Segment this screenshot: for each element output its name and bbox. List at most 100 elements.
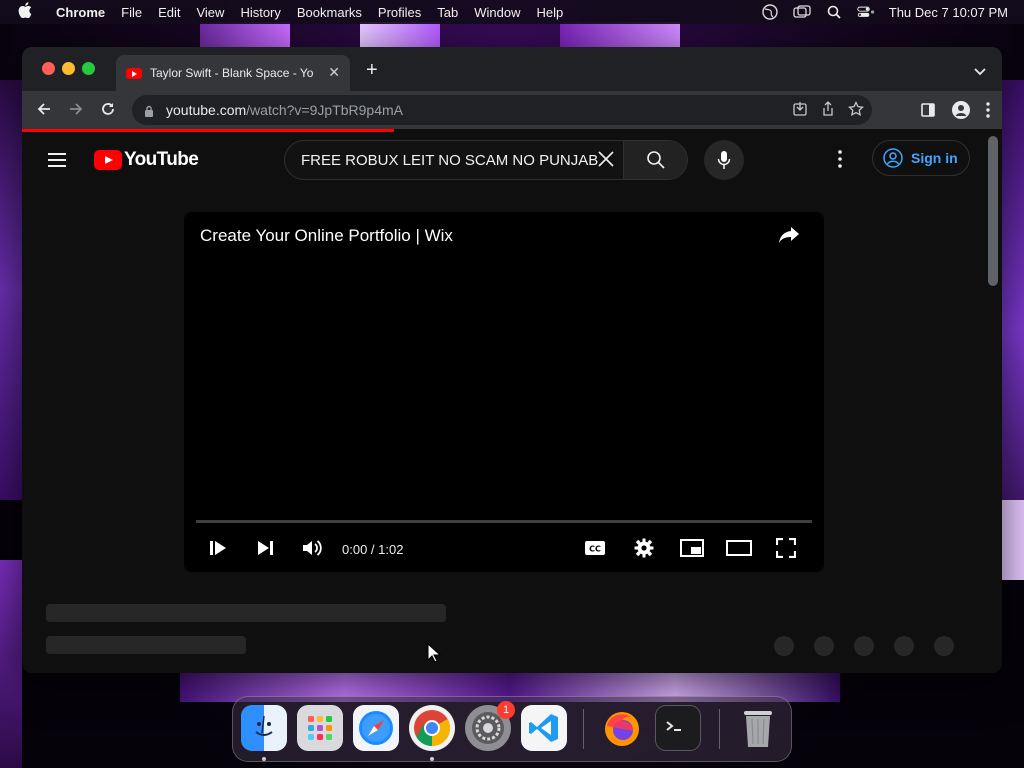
apple-menu-icon[interactable] [18, 2, 48, 22]
search-icon [646, 151, 665, 169]
new-tab-button[interactable]: + [366, 59, 378, 82]
browser-toolbar: youtube.com/watch?v=9JpTbR9p4mA [22, 91, 1002, 129]
safari-icon [359, 711, 393, 745]
status-menus: Thu Dec 7 10:07 PM [761, 0, 1008, 24]
share-page-icon[interactable] [820, 101, 836, 120]
spotlight-search-icon[interactable] [825, 5, 843, 19]
screen-mirroring-icon[interactable] [793, 5, 811, 19]
menu-help[interactable]: Help [529, 5, 572, 20]
control-center-icon[interactable] [857, 5, 875, 19]
wallpaper-shape [360, 22, 440, 48]
youtube-logo[interactable]: YouTube [94, 149, 199, 171]
video-title[interactable]: Create Your Online Portfolio | Wix [200, 226, 453, 246]
dock-vscode[interactable] [521, 705, 567, 751]
notification-badge: 1 [497, 701, 515, 719]
menu-view[interactable]: View [188, 5, 232, 20]
captions-icon[interactable]: CC [584, 536, 606, 560]
tab-youtube[interactable]: Taylor Swift - Blank Space - Yo ✕ [116, 55, 350, 91]
side-panel-icon[interactable] [920, 102, 936, 123]
guide-menu-icon[interactable] [48, 153, 66, 167]
menu-file[interactable]: File [113, 5, 150, 20]
finder-icon [255, 715, 273, 736]
video-player[interactable]: Create Your Online Portfolio | Wix 0:00 … [184, 212, 824, 572]
dock-separator [719, 709, 720, 749]
more-options-icon[interactable] [838, 150, 842, 173]
fullscreen-icon[interactable] [776, 536, 796, 560]
chrome-icon [414, 710, 451, 746]
search-input[interactable] [301, 151, 601, 169]
miniplayer-icon[interactable] [680, 536, 704, 560]
toolbar-right [920, 101, 990, 124]
menu-clock[interactable]: Thu Dec 7 10:07 PM [889, 5, 1008, 20]
menu-edit[interactable]: Edit [150, 5, 188, 20]
video-progress-bar[interactable] [196, 520, 812, 523]
dock-system-settings[interactable]: 1 [465, 701, 515, 751]
wallpaper-shape [1002, 500, 1024, 580]
wallpaper-shape [200, 22, 290, 48]
loading-placeholder-action [934, 636, 954, 656]
tab-close-icon[interactable]: ✕ [328, 64, 340, 81]
dock-terminal[interactable] [655, 705, 701, 751]
tab-strip: Taylor Swift - Blank Space - Yo ✕ + [22, 47, 1002, 91]
chrome-menu-icon[interactable] [986, 102, 990, 123]
theater-mode-icon[interactable] [726, 536, 752, 560]
bookmark-star-icon[interactable] [848, 100, 864, 120]
tab-search-chevron-icon[interactable] [974, 63, 986, 76]
youtube-favicon-icon [126, 67, 142, 79]
zoom-window-button[interactable] [82, 62, 95, 75]
clear-search-icon[interactable] [597, 150, 615, 173]
dock-safari[interactable] [353, 705, 399, 751]
wallpaper-shape [0, 560, 22, 768]
menu-history[interactable]: History [232, 5, 288, 20]
account-icon [883, 148, 903, 168]
menu-tab[interactable]: Tab [429, 5, 466, 20]
menu-window[interactable]: Window [466, 5, 528, 20]
close-window-button[interactable] [42, 62, 55, 75]
forward-button[interactable] [68, 101, 84, 122]
page-scrollbar[interactable] [988, 136, 998, 286]
menu-bar: Chrome File Edit View History Bookmarks … [0, 0, 1024, 24]
voice-search-button[interactable] [704, 140, 744, 180]
sign-in-button[interactable]: Sign in [872, 140, 970, 176]
url-path: /watch?v=9JpTbR9p4mA [246, 102, 403, 118]
dock-running-indicator [430, 757, 434, 761]
microphone-icon [717, 151, 731, 169]
mouse-cursor-icon [427, 642, 442, 668]
address-bar[interactable]: youtube.com/watch?v=9JpTbR9p4mA [132, 95, 872, 125]
lock-icon[interactable] [144, 104, 154, 117]
vpn-globe-icon[interactable] [761, 4, 779, 20]
profile-avatar-icon[interactable] [952, 101, 970, 124]
share-arrow-icon[interactable] [778, 226, 800, 249]
launchpad-icon [308, 716, 332, 740]
youtube-wordmark: YouTube [124, 149, 199, 170]
dock-firefox[interactable] [599, 705, 645, 751]
volume-icon[interactable] [302, 536, 324, 560]
youtube-play-logo-icon [94, 150, 122, 170]
settings-gear-icon[interactable] [634, 536, 654, 560]
next-video-icon[interactable] [256, 536, 274, 560]
dock-finder[interactable] [241, 705, 287, 751]
dock-trash[interactable] [735, 705, 781, 751]
menu-app-name[interactable]: Chrome [48, 5, 113, 20]
loading-placeholder-action [854, 636, 874, 656]
back-button[interactable] [36, 101, 52, 122]
dock-separator [583, 709, 584, 749]
menu-profiles[interactable]: Profiles [370, 5, 429, 20]
search-box [284, 140, 688, 180]
dock-launchpad[interactable] [297, 705, 343, 751]
youtube-page: YouTube Sign in Create Your Online Portf… [22, 132, 1002, 673]
minimize-window-button[interactable] [62, 62, 75, 75]
menu-bookmarks[interactable]: Bookmarks [289, 5, 370, 20]
sign-in-label: Sign in [911, 150, 958, 166]
dock-chrome[interactable] [409, 705, 455, 751]
wallpaper-shape [0, 80, 22, 500]
install-app-icon[interactable] [792, 101, 808, 120]
trash-icon [744, 711, 772, 747]
reload-button[interactable] [100, 101, 116, 122]
search-button[interactable] [623, 141, 687, 179]
url-host: youtube.com [166, 102, 247, 118]
address-bar-actions [792, 100, 864, 120]
svg-text:CC: CC [589, 545, 601, 554]
player-controls: 0:00 / 1:02 CC [184, 530, 824, 566]
play-pause-icon[interactable] [208, 536, 228, 560]
